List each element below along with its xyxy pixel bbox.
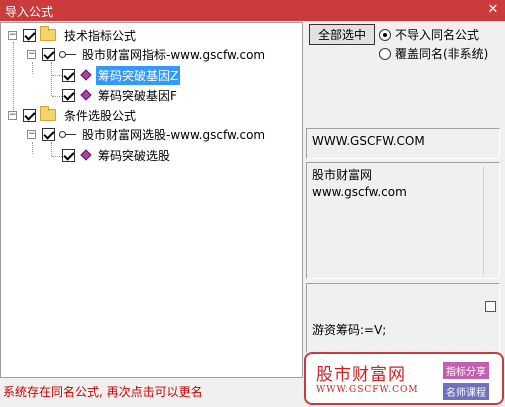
select-all-button[interactable]: 全部选中 <box>309 24 375 45</box>
scrollbar[interactable] <box>483 166 497 275</box>
node-checkbox[interactable] <box>62 88 75 102</box>
node-label: 股市财富网指标-www.gscfw.com <box>82 47 266 62</box>
node-label: 条件选股公式 <box>64 108 137 123</box>
collapse-toggle[interactable]: − <box>27 49 36 59</box>
radio-label: 不导入同名公式 <box>395 28 480 42</box>
node-checkbox[interactable] <box>42 127 55 141</box>
window-title: 导入公式 <box>5 5 54 19</box>
radio-skip-duplicates[interactable]: 不导入同名公式 <box>379 26 479 43</box>
node-checkbox[interactable] <box>23 28 36 42</box>
tree-node-chip-breakout-f[interactable]: 筹码突破基因F <box>62 86 179 104</box>
radio-button[interactable] <box>379 47 391 60</box>
node-checkbox[interactable] <box>42 47 55 61</box>
key-icon <box>59 49 77 59</box>
diamond-icon <box>80 149 92 161</box>
watermark-url: WWW.GSCFW.COM <box>316 385 419 395</box>
node-checkbox[interactable] <box>62 148 75 162</box>
node-checkbox[interactable] <box>62 68 75 82</box>
watermark-tag: 名师课程 <box>443 383 489 400</box>
node-label: 技术指标公式 <box>64 28 137 43</box>
tree-node-screening-formulas[interactable]: − 条件选股公式 <box>8 106 138 124</box>
tree-node-gscfw-indicators[interactable]: − 股市财富网指标-www.gscfw.com <box>27 45 267 63</box>
tree-node-chip-breakout-z[interactable]: 筹码突破基因Z <box>62 65 181 85</box>
watermark-title: 股市财富网 <box>316 365 406 385</box>
formula-text: 游资筹码:=V; <box>312 323 387 337</box>
radio-button[interactable] <box>379 28 391 41</box>
node-label: 股市财富网选股-www.gscfw.com <box>82 127 266 142</box>
key-icon <box>59 129 77 139</box>
site-name-text: WWW.GSCFW.COM <box>312 134 425 148</box>
status-message: 系统存在同名公式, 再次点击可以更名 <box>3 385 203 399</box>
diamond-icon <box>80 89 92 101</box>
radio-label: 覆盖同名(非系统) <box>395 47 489 61</box>
site-name-box: WWW.GSCFW.COM <box>306 128 500 159</box>
node-label: 筹码突破选股 <box>98 148 171 163</box>
description-line: 股市财富网 <box>312 168 373 182</box>
folder-icon <box>40 26 56 41</box>
radio-overwrite-duplicates[interactable]: 覆盖同名(非系统) <box>379 45 488 62</box>
tree-node-gscfw-screening[interactable]: − 股市财富网选股-www.gscfw.com <box>27 125 267 143</box>
node-label: 筹码突破基因F <box>98 88 177 103</box>
collapse-toggle[interactable]: − <box>27 129 36 139</box>
site-watermark-logo: 股市财富网 WWW.GSCFW.COM 指标分享 名师课程 <box>304 352 504 405</box>
formula-tree[interactable]: − 技术指标公式 − 股市财富网指标-www.gscfw.com 筹码突破基因Z… <box>0 22 303 378</box>
watermark-tag: 指标分享 <box>443 362 489 379</box>
description-line: www.gscfw.com <box>312 185 407 199</box>
collapse-toggle[interactable]: − <box>8 30 17 40</box>
close-icon[interactable]: ✕ <box>485 1 501 19</box>
description-box[interactable]: 股市财富网 www.gscfw.com <box>306 162 500 279</box>
node-checkbox[interactable] <box>23 108 36 122</box>
diamond-icon <box>80 69 92 81</box>
collapse-toggle[interactable]: − <box>8 110 17 120</box>
node-label: 筹码突破基因Z <box>96 65 181 85</box>
formula-checkbox[interactable] <box>485 301 496 312</box>
formula-box[interactable]: 游资筹码:=V; <box>306 283 500 353</box>
folder-icon <box>40 106 56 121</box>
title-bar: 导入公式 ✕ <box>0 0 505 21</box>
tree-node-tech-formulas[interactable]: − 技术指标公式 <box>8 26 138 44</box>
tree-node-chip-breakout-screen[interactable]: 筹码突破选股 <box>62 146 172 164</box>
